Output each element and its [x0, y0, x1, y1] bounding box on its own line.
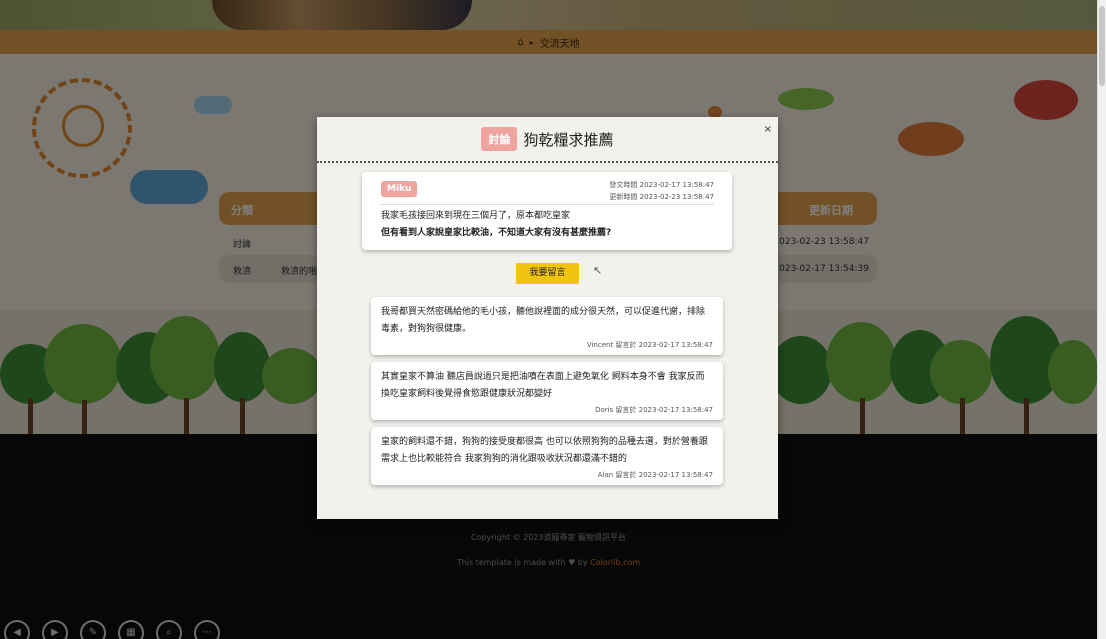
- comment-text: 皇家的飼料還不錯，狗狗的接受度都很高 也可以依照狗狗的品種去選，對於營養跟需求上…: [381, 437, 708, 464]
- page-scrollbar[interactable]: [1097, 0, 1106, 639]
- post-line: 但有看到人家說皇家比較油，不知道大家有沒有甚麼推薦?: [381, 228, 612, 238]
- post-author: Miku: [381, 181, 418, 197]
- comment-byline: Vincent 留言於 2023-02-17 13:58:47: [586, 341, 713, 349]
- leave-comment-button[interactable]: 我要留言: [516, 263, 579, 284]
- posted-time: 發文時間 2023-02-17 13:58:47: [609, 181, 714, 189]
- comment-card: 我哥都買天然密碼給他的毛小孩，聽他說裡面的成分很天然，可以促進代謝，排除毒素，對…: [371, 297, 723, 355]
- post-modal: × 討論 狗乾糧求推薦 Miku 發文時間 2023-02-17 13:58:4…: [317, 117, 778, 519]
- post-body: 我家毛孩接回來到現在三個月了，原本都吃皇家 但有看到人家說皇家比較油，不知道大家…: [381, 208, 714, 242]
- post-card: Miku 發文時間 2023-02-17 13:58:47 更新時間 2023-…: [362, 172, 732, 250]
- modal-title: 狗乾糧求推薦: [523, 130, 614, 149]
- post-meta: 發文時間 2023-02-17 13:58:47 更新時間 2023-02-23…: [609, 179, 714, 203]
- comment-byline: Alan 留言於 2023-02-17 13:58:47: [597, 471, 713, 479]
- modal-header: 討論 狗乾糧求推薦: [317, 117, 778, 163]
- category-tag: 討論: [481, 127, 518, 151]
- comment-byline: Doris 留言於 2023-02-17 13:58:47: [595, 406, 713, 414]
- page: ⌂ ▸ 交流天地 分類 更新日期 討論 2023-02-23 13:58:47 …: [0, 0, 1097, 639]
- post-line: 我家毛孩接回來到現在三個月了，原本都吃皇家: [381, 211, 571, 221]
- updated-time: 更新時間 2023-02-23 13:58:47: [609, 193, 714, 201]
- divider: [380, 204, 714, 205]
- comment-text: 我哥都買天然密碼給他的毛小孩，聽他說裡面的成分很天然，可以促進代謝，排除毒素，對…: [381, 307, 706, 334]
- comment-text: 其實皇家不算油 聽店員說過只是把油噴在表面上避免氧化 飼料本身不會 我家反而換吃…: [381, 372, 705, 399]
- comment-card: 皇家的飼料還不錯，狗狗的接受度都很高 也可以依照狗狗的品種去選，對於營養跟需求上…: [371, 427, 723, 485]
- mouse-cursor-icon: ↖: [593, 264, 603, 277]
- comment-card: 其實皇家不算油 聽店員說過只是把油噴在表面上避免氧化 飼料本身不會 我家反而換吃…: [371, 362, 723, 420]
- scrollbar-thumb[interactable]: [1099, 6, 1105, 86]
